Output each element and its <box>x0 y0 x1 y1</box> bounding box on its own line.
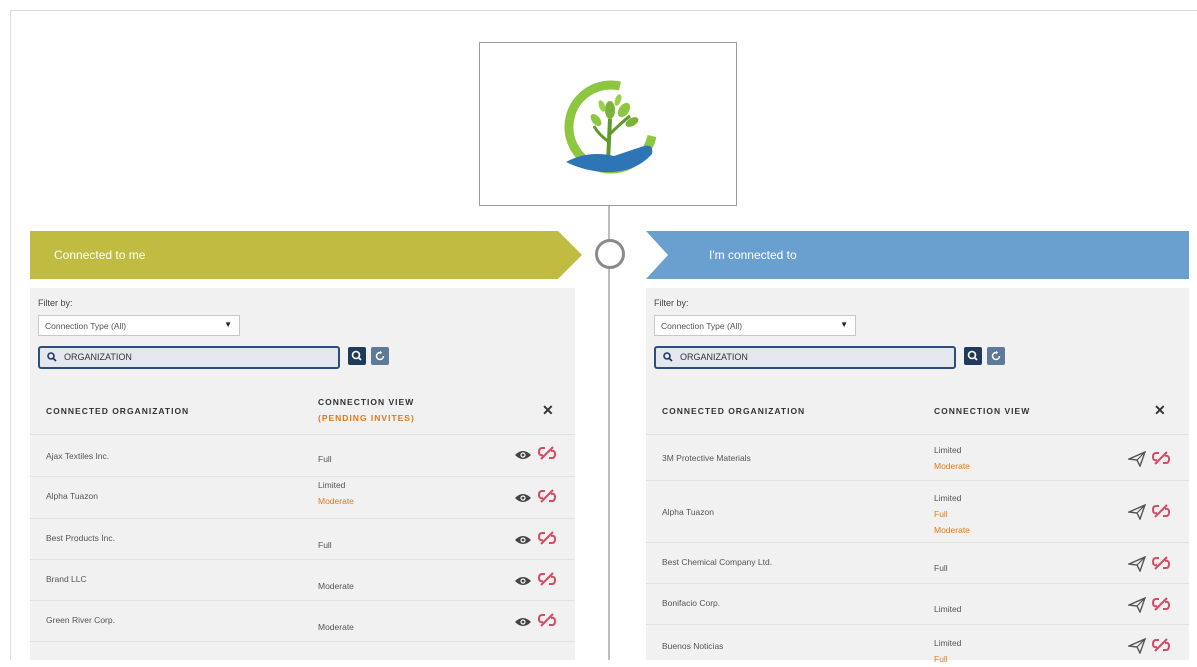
eye-icon[interactable] <box>514 533 532 551</box>
eye-icon[interactable] <box>514 574 532 592</box>
connection-view: Full <box>318 454 332 464</box>
connection-view: Full <box>934 563 948 573</box>
organization-name: 3M Protective Materials <box>662 453 751 463</box>
organization-search-input[interactable]: ORGANIZATION <box>654 346 956 369</box>
refresh-icon <box>375 350 385 361</box>
im-connected-to-panel: Filter by: Connection Type (All) ▼ ORGAN… <box>646 288 1189 664</box>
unlink-icon[interactable] <box>537 529 557 552</box>
connected-to-me-banner: Connected to me <box>30 231 582 279</box>
table-row: Alpha Tuazon Limited Full Moderate <box>646 480 1189 543</box>
table-row: Buenos Noticias Limited Full <box>646 624 1189 664</box>
connection-type-select[interactable]: Connection Type (All) ▼ <box>38 315 240 336</box>
search-icon <box>663 352 673 362</box>
eye-icon[interactable] <box>514 491 532 509</box>
send-icon[interactable] <box>1126 555 1147 577</box>
column-header-organization: CONNECTED ORGANIZATION <box>46 406 190 416</box>
connection-view: Limited <box>934 604 962 614</box>
unlink-icon[interactable] <box>537 487 557 510</box>
unlink-icon[interactable] <box>1151 449 1171 472</box>
eye-icon[interactable] <box>514 448 532 466</box>
search-icon <box>47 352 57 362</box>
refresh-button[interactable] <box>987 347 1005 365</box>
search-button[interactable] <box>964 347 982 365</box>
timeline-node <box>595 239 625 269</box>
organization-name: Buenos Noticias <box>662 641 724 651</box>
table-row: Bonifacio Corp. Limited <box>646 583 1189 625</box>
send-icon[interactable] <box>1126 596 1147 618</box>
frame-top-border <box>10 10 1197 11</box>
banner-title: I'm connected to <box>709 248 797 262</box>
connection-view: Limited Moderate <box>934 445 970 471</box>
connection-view: Limited Full <box>934 638 962 664</box>
search-value: ORGANIZATION <box>680 352 748 362</box>
column-header-pending-invites: (PENDING INVITES) <box>318 413 415 423</box>
unlink-icon[interactable] <box>1151 595 1171 618</box>
banner-title: Connected to me <box>54 248 146 262</box>
unlink-icon[interactable] <box>537 444 557 467</box>
timeline-connector <box>608 206 610 660</box>
column-header-connection-view: CONNECTION VIEW <box>318 397 415 407</box>
search-icon <box>967 350 978 361</box>
select-value: Connection Type (All) <box>661 321 743 331</box>
search-icon <box>351 350 362 361</box>
connection-view: Moderate <box>318 622 354 632</box>
send-icon[interactable] <box>1126 450 1147 472</box>
frame-left-border <box>10 10 11 660</box>
im-connected-to-banner: I'm connected to <box>646 231 1189 279</box>
search-value: ORGANIZATION <box>64 352 132 362</box>
plant-hand-logo-icon <box>564 80 657 174</box>
organization-name: Bonifacio Corp. <box>662 598 721 608</box>
organization-name: Alpha Tuazon <box>46 491 98 501</box>
column-header-connection-view: CONNECTION VIEW <box>934 406 1031 416</box>
expand-icon[interactable]: ✕ <box>542 402 554 419</box>
connection-view: Full <box>318 540 332 550</box>
refresh-icon <box>991 350 1001 361</box>
unlink-icon[interactable] <box>1151 636 1171 659</box>
search-button[interactable] <box>348 347 366 365</box>
filter-label: Filter by: <box>654 298 689 308</box>
unlink-icon[interactable] <box>1151 502 1171 525</box>
organization-name: Best Chemical Company Ltd. <box>662 557 773 567</box>
table-row: Best Products Inc. Full <box>30 518 575 560</box>
connection-view: Limited Full Moderate <box>934 493 970 535</box>
caret-down-icon: ▼ <box>224 320 232 329</box>
send-icon[interactable] <box>1126 503 1147 525</box>
organization-search-input[interactable]: ORGANIZATION <box>38 346 340 369</box>
organization-logo <box>479 42 737 206</box>
connection-view: Limited Moderate <box>318 480 354 506</box>
filter-label: Filter by: <box>38 298 73 308</box>
organization-name: Green River Corp. <box>46 615 115 625</box>
table-row: Best Chemical Company Ltd. Full <box>646 542 1189 584</box>
table-row: 3M Protective Materials Limited Moderate <box>646 434 1189 481</box>
unlink-icon[interactable] <box>1151 554 1171 577</box>
table-row: Alpha Tuazon Limited Moderate <box>30 476 575 519</box>
organization-name: Best Products Inc. <box>46 533 115 543</box>
connected-to-me-panel: Filter by: Connection Type (All) ▼ ORGAN… <box>30 288 575 660</box>
caret-down-icon: ▼ <box>840 320 848 329</box>
column-header-organization: CONNECTED ORGANIZATION <box>662 406 806 416</box>
connection-type-select[interactable]: Connection Type (All) ▼ <box>654 315 856 336</box>
organization-name: Brand LLC <box>46 574 87 584</box>
send-icon[interactable] <box>1126 637 1147 659</box>
unlink-icon[interactable] <box>537 611 557 634</box>
unlink-icon[interactable] <box>537 570 557 593</box>
table-row: Ajax Textiles Inc. Full <box>30 434 575 477</box>
select-value: Connection Type (All) <box>45 321 127 331</box>
connection-view: Moderate <box>318 581 354 591</box>
refresh-button[interactable] <box>371 347 389 365</box>
eye-icon[interactable] <box>514 615 532 633</box>
organization-name: Ajax Textiles Inc. <box>46 451 110 461</box>
table-row: Brand LLC Moderate <box>30 559 575 601</box>
organization-name: Alpha Tuazon <box>662 507 714 517</box>
expand-icon[interactable]: ✕ <box>1154 402 1166 419</box>
table-row: Green River Corp. Moderate <box>30 600 575 642</box>
